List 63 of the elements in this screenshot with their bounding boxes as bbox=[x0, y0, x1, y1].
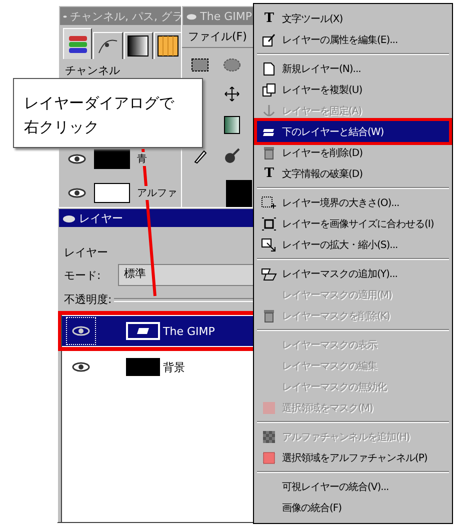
mask-icon bbox=[261, 266, 277, 280]
rect-select-icon[interactable] bbox=[191, 58, 209, 72]
ellipse-select-icon[interactable] bbox=[223, 58, 241, 72]
eye-icon[interactable] bbox=[67, 188, 87, 198]
selection-icon bbox=[263, 452, 275, 464]
checker-icon bbox=[263, 402, 275, 414]
dialog-tab[interactable] bbox=[154, 32, 183, 59]
menu-item[interactable]: 新規レイヤー(N)... bbox=[257, 58, 449, 79]
eye-icon[interactable] bbox=[67, 154, 87, 164]
menu-item[interactable]: レイヤーの属性を編集(E)... bbox=[257, 29, 449, 50]
menu-item[interactable]: 画像の統合(F) bbox=[257, 497, 449, 518]
channel-name: 青 bbox=[137, 152, 147, 166]
layer-thumbnail bbox=[126, 322, 160, 340]
menu-item[interactable]: レイヤーを削除(D) bbox=[257, 142, 449, 163]
channel-name: アルファ bbox=[137, 186, 177, 200]
menu-item[interactable]: レイヤーの拡大・縮小(S)... bbox=[257, 234, 449, 255]
brush-icon[interactable] bbox=[224, 148, 240, 164]
copy-icon bbox=[262, 82, 276, 96]
gradient-icon[interactable] bbox=[224, 116, 240, 134]
text-icon: T bbox=[264, 11, 274, 26]
anchor-icon bbox=[262, 104, 276, 118]
section-label: チャンネル bbox=[64, 63, 121, 79]
panel-label: レイヤー bbox=[63, 245, 109, 261]
mode-dropdown[interactable]: 標準 bbox=[118, 264, 253, 286]
trash-icon bbox=[263, 146, 275, 160]
foreground-color-swatch[interactable] bbox=[226, 180, 252, 208]
text-icon: T bbox=[264, 166, 274, 181]
gradient-icon bbox=[127, 35, 150, 57]
opacity-label: 不透明度: bbox=[64, 292, 112, 307]
menu-item[interactable]: レイヤーを複製(U) bbox=[257, 79, 449, 100]
dialog-tab[interactable] bbox=[63, 28, 92, 59]
mode-label: モード: bbox=[64, 268, 102, 282]
layer-row[interactable]: The GIMP bbox=[62, 316, 253, 346]
menu-item[interactable]: T 文字ツール(X) bbox=[257, 8, 449, 29]
channel-thumbnail bbox=[94, 149, 130, 169]
scale-icon bbox=[261, 238, 277, 252]
page-icon bbox=[263, 62, 275, 76]
menu-item[interactable]: レイヤーマスクの追加(Y)... bbox=[257, 263, 449, 284]
dialog-tab[interactable] bbox=[124, 32, 153, 59]
layer-border-icon bbox=[261, 196, 277, 210]
edit-icon bbox=[262, 32, 276, 46]
menu-item[interactable]: レイヤー境界の大きさ(O)... bbox=[257, 192, 449, 213]
pattern-icon bbox=[157, 35, 180, 57]
menu-item[interactable]: 下のレイヤーと結合(W) bbox=[257, 121, 449, 142]
menu-item[interactable]: T 文字情報の破棄(D) bbox=[257, 163, 449, 184]
checker-icon bbox=[263, 430, 275, 442]
menu-item[interactable]: レイヤーを画像サイズに合わせる(I) bbox=[257, 213, 449, 234]
pen-icon[interactable] bbox=[192, 148, 208, 164]
menu-item[interactable]: 選択領域をアルファチャンネル(P) bbox=[257, 447, 449, 468]
menu-item[interactable]: ファイル(F) bbox=[188, 30, 247, 43]
window-title: The GIMP bbox=[183, 7, 255, 25]
callout-text: レイヤーダイアログで右クリック bbox=[24, 93, 176, 138]
channel-thumbnail bbox=[94, 183, 130, 203]
layer-row[interactable]: 背景 bbox=[62, 352, 253, 382]
move-icon[interactable] bbox=[224, 86, 240, 102]
fit-icon bbox=[261, 216, 277, 230]
layer-thumbnail bbox=[126, 358, 160, 376]
layers-icon bbox=[66, 33, 89, 55]
menu-item[interactable]: 可視レイヤーの統合(V)... bbox=[257, 476, 449, 497]
window-title: レイヤー bbox=[59, 209, 255, 227]
trash-icon bbox=[263, 308, 275, 322]
dialog-tab[interactable] bbox=[93, 32, 122, 59]
eye-icon[interactable] bbox=[71, 362, 91, 372]
